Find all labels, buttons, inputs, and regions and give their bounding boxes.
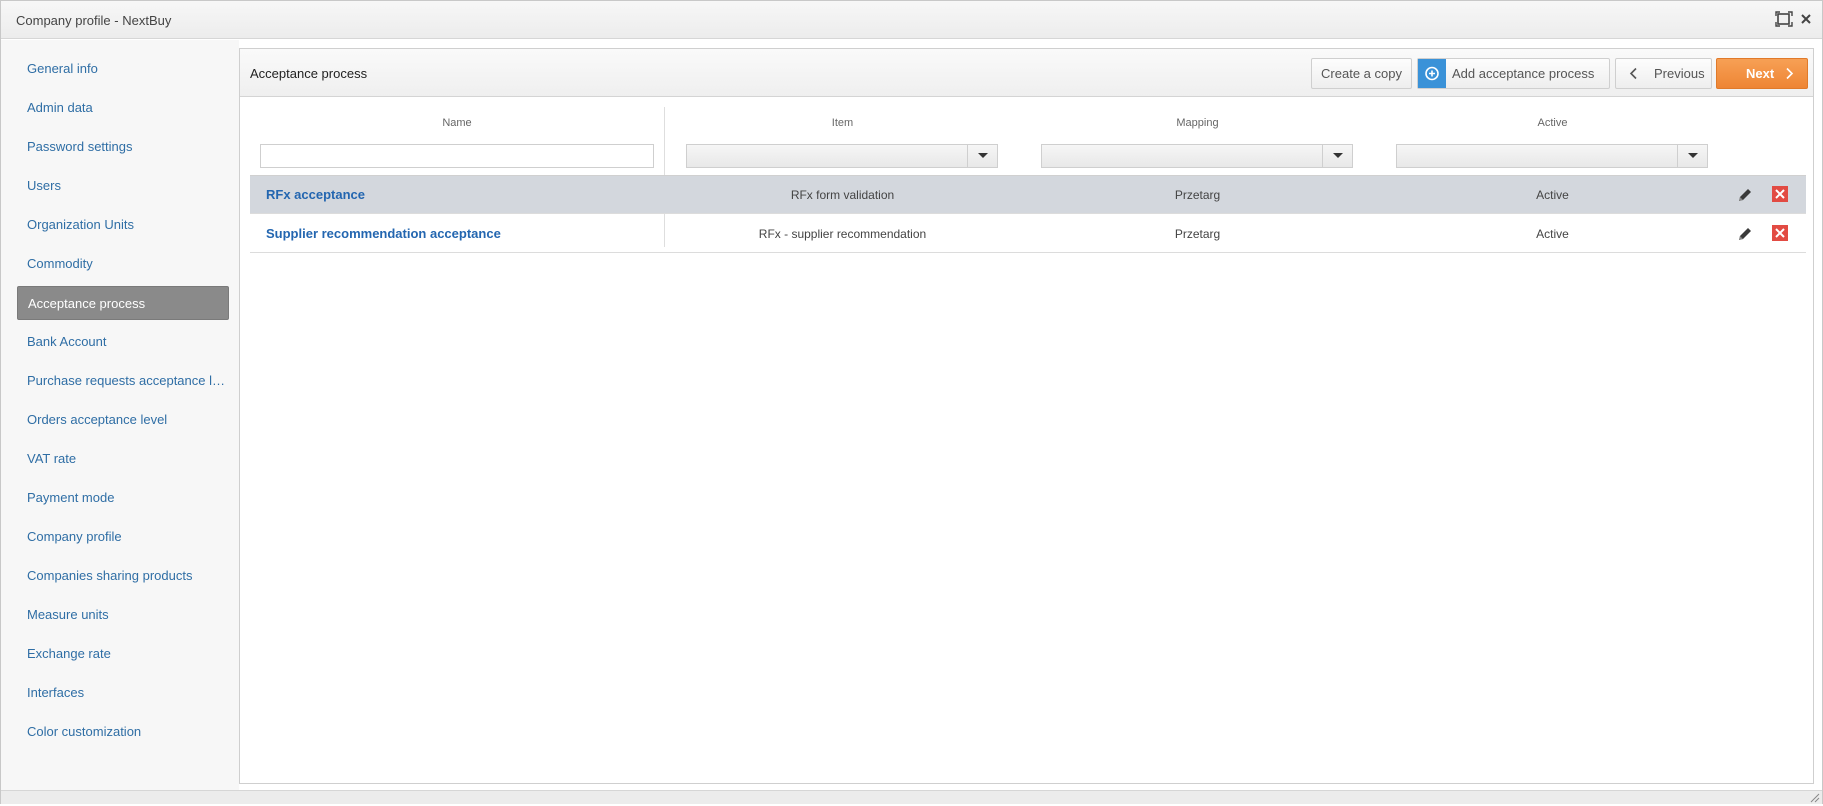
row-name-link[interactable]: Supplier recommendation acceptance [266,215,501,253]
table-row[interactable]: Supplier recommendation acceptance RFx -… [250,215,1806,253]
panel-header: Acceptance process Create a copy Add acc… [240,49,1813,97]
sidebar-item-admin-data[interactable]: Admin data [17,91,229,125]
caret-down-icon [1677,145,1707,167]
previous-label: Previous [1654,66,1705,81]
row-active: Active [1536,227,1569,241]
item-filter-select[interactable] [686,144,998,168]
name-filter-input[interactable] [260,144,654,168]
row-mapping: Przetarg [1174,227,1221,241]
sidebar-item-vat-rate[interactable]: VAT rate [17,442,229,476]
create-copy-button[interactable]: Create a copy [1311,58,1412,89]
delete-icon[interactable] [1772,186,1788,202]
add-acceptance-process-button[interactable]: Add acceptance process [1417,58,1610,89]
maximize-icon[interactable] [1775,10,1793,28]
sidebar-item-color-customization[interactable]: Color customization [17,715,229,749]
caret-down-icon [967,145,997,167]
close-icon[interactable] [1797,10,1815,28]
row-active: Active [1536,188,1569,202]
sidebar-item-commodity[interactable]: Commodity [17,247,229,281]
sidebar-item-acceptance-process[interactable]: Acceptance process [17,286,229,320]
sidebar-item-general-info[interactable]: General info [17,52,229,86]
caret-down-icon [1322,145,1352,167]
row-name-link[interactable]: RFx acceptance [266,176,365,214]
sidebar-item-organization-units[interactable]: Organization Units [17,208,229,242]
sidebar-item-interfaces[interactable]: Interfaces [17,676,229,710]
chevron-left-icon [1628,59,1640,98]
sidebar-item-exchange-rate[interactable]: Exchange rate [17,637,229,671]
row-item: RFx - supplier recommendation [758,227,927,241]
pencil-icon[interactable] [1736,186,1754,204]
next-button[interactable]: Next [1716,58,1808,89]
add-acceptance-process-label: Add acceptance process [1452,66,1595,81]
sidebar-item-measure-units[interactable]: Measure units [17,598,229,632]
row-mapping: Przetarg [1174,188,1221,202]
column-header-active[interactable]: Active [1375,107,1730,139]
delete-icon[interactable] [1772,225,1788,241]
row-item: RFx form validation [790,188,895,202]
mapping-filter-select[interactable] [1041,144,1353,168]
column-header-item[interactable]: Item [665,107,1020,139]
sidebar-item-bank-account[interactable]: Bank Account [17,325,229,359]
sidebar-item-payment-mode[interactable]: Payment mode [17,481,229,515]
sidebar-item-company-profile[interactable]: Company profile [17,520,229,554]
chevron-right-icon [1783,59,1795,98]
create-copy-label: Create a copy [1321,66,1402,81]
table-row[interactable]: RFx acceptance RFx form validation Przet… [250,176,1806,214]
pencil-icon[interactable] [1736,225,1754,243]
title-bar: Company profile - NextBuy [1,1,1822,39]
previous-button[interactable]: Previous [1615,58,1712,89]
column-header-name[interactable]: Name [250,107,664,139]
panel-title: Acceptance process [250,66,368,81]
column-header-mapping[interactable]: Mapping [1020,107,1375,139]
status-bar [1,790,1822,804]
app-window: Company profile - NextBuy General info A… [0,0,1823,804]
acceptance-process-panel: Acceptance process Create a copy Add acc… [239,48,1814,784]
next-label: Next [1746,66,1775,81]
resize-grip-icon[interactable] [1808,791,1820,803]
sidebar-item-orders-acceptance-level[interactable]: Orders acceptance level [17,403,229,437]
sidebar-item-companies-sharing-products[interactable]: Companies sharing products [17,559,229,593]
sidebar-item-users[interactable]: Users [17,169,229,203]
sidebar-item-password-settings[interactable]: Password settings [17,130,229,164]
sidebar: General info Admin data Password setting… [1,40,239,790]
plus-circle-icon [1418,59,1446,88]
sidebar-item-purchase-requests-acceptance-level[interactable]: Purchase requests acceptance le... [17,364,229,398]
active-filter-select[interactable] [1396,144,1708,168]
window-title: Company profile - NextBuy [16,13,172,28]
